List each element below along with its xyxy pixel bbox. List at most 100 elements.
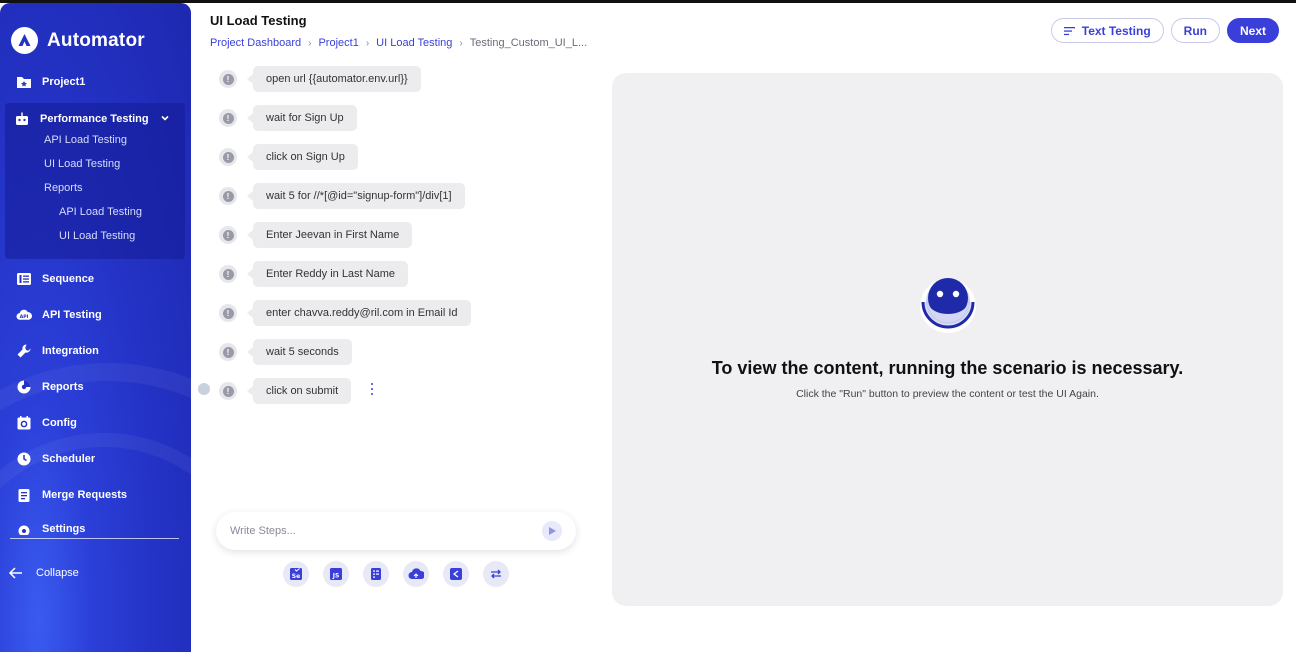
step-text[interactable]: wait for Sign Up <box>247 105 357 131</box>
step-row[interactable]: ! enter chavva.reddy@ril.com in Email Id <box>219 300 471 326</box>
next-button[interactable]: Next <box>1226 18 1279 43</box>
step-text[interactable]: Enter Jeevan in First Name <box>246 222 413 248</box>
sidebar-item-integration[interactable]: Integration <box>16 343 99 359</box>
text-testing-label: Text Testing <box>1081 23 1151 38</box>
exclamation-icon: ! <box>222 190 234 202</box>
header-actions: Text Testing Run Next <box>1050 18 1279 43</box>
sidebar-item-label: Scheduler <box>42 453 96 465</box>
cloud-sync-icon[interactable] <box>403 561 429 587</box>
swap-icon[interactable] <box>483 561 509 587</box>
exclamation-icon: ! <box>222 268 234 280</box>
step-status-icon: ! <box>219 70 237 88</box>
cloud-api-icon: API <box>16 307 32 323</box>
run-button[interactable]: Run <box>1170 18 1220 43</box>
config-gear-icon <box>16 415 32 431</box>
step-text[interactable]: click on Sign Up <box>247 144 358 170</box>
chevron-right-icon: › <box>365 37 370 49</box>
step-row[interactable]: ! Enter Jeevan in First Name <box>219 222 413 248</box>
breadcrumb-ui-load-testing[interactable]: UI Load Testing <box>376 37 452 49</box>
step-row[interactable]: ! wait 5 for //*[@id="signup-form"]/div[1… <box>219 183 465 209</box>
sidebar-subitem-reports-ui-load-testing[interactable]: UI Load Testing <box>59 230 135 242</box>
sidebar-item-scheduler[interactable]: Scheduler <box>16 451 95 467</box>
sidebar-item-merge-requests[interactable]: Merge Requests <box>16 487 127 503</box>
step-text[interactable]: enter chavva.reddy@ril.com in Email Id <box>247 300 471 326</box>
list-icon <box>16 271 32 287</box>
sidebar-item-performance-testing[interactable]: Performance Testing <box>14 111 174 127</box>
step-text[interactable]: open url {{automator.env.url}} <box>247 66 421 92</box>
write-steps-input[interactable] <box>230 525 542 537</box>
step-status-icon: ! <box>219 187 237 205</box>
pie-chart-icon <box>16 379 32 395</box>
selenium-icon[interactable]: Se <box>283 561 309 587</box>
step-row[interactable]: ! wait for Sign Up <box>219 105 357 131</box>
sidebar-item-settings[interactable]: Settings <box>16 523 85 535</box>
chevron-right-icon: › <box>308 37 312 49</box>
text-testing-button[interactable]: Text Testing <box>1050 18 1164 43</box>
step-row[interactable]: ! Enter Reddy in Last Name <box>219 261 409 287</box>
collapse-label: Collapse <box>36 567 79 579</box>
step-tools: Se JS <box>283 561 509 587</box>
chevron-right-icon: › <box>459 37 463 49</box>
sidebar-item-label: API Testing <box>42 309 102 321</box>
sidebar-item-label: Sequence <box>42 273 94 285</box>
step-status-icon: ! <box>219 226 237 244</box>
sidebar-item-label: Config <box>42 417 77 429</box>
automator-logo-icon <box>11 27 38 54</box>
sidebar-subitem-reports-api-load-testing[interactable]: API Load Testing <box>59 206 142 218</box>
sidebar-item-label: Merge Requests <box>42 489 127 501</box>
exclamation-icon: ! <box>222 385 234 397</box>
sidebar-subitem-api-load-testing[interactable]: API Load Testing <box>44 134 127 146</box>
play-icon <box>549 527 556 535</box>
sidebar: Automator Project1 Performance Testing A… <box>0 3 191 652</box>
step-text[interactable]: click on submit <box>246 378 352 404</box>
step-row[interactable]: ! click on Sign Up <box>219 144 358 170</box>
sidebar-subitem-reports[interactable]: Reports <box>44 182 83 194</box>
performance-testing-group: Performance Testing API Load Testing UI … <box>5 103 185 259</box>
window-top-edge <box>0 0 1296 3</box>
breadcrumb-current: Testing_Custom_UI_L... <box>469 37 588 49</box>
checklist-icon[interactable] <box>363 561 389 587</box>
step-status-icon: ! <box>219 148 237 166</box>
sidebar-subitem-ui-load-testing[interactable]: UI Load Testing <box>44 158 120 170</box>
preview-panel: To view the content, running the scenari… <box>612 73 1283 606</box>
folder-star-icon <box>16 74 32 90</box>
exclamation-icon: ! <box>222 229 234 241</box>
sidebar-item-label: Integration <box>42 345 99 357</box>
step-composer <box>216 512 576 550</box>
step-row[interactable]: ! click on submit <box>219 378 352 404</box>
sidebar-item-project[interactable]: Project1 <box>16 74 85 90</box>
breadcrumb-project-dashboard[interactable]: Project Dashboard <box>210 37 301 49</box>
sidebar-item-label: Performance Testing <box>40 113 149 125</box>
sidebar-item-reports[interactable]: Reports <box>16 379 84 395</box>
step-status-icon: ! <box>219 382 237 400</box>
svg-text:JS: JS <box>332 573 340 580</box>
step-row[interactable]: ! wait 5 seconds <box>219 339 352 365</box>
step-status-icon: ! <box>219 304 237 322</box>
exclamation-icon: ! <box>222 73 234 85</box>
step-text[interactable]: wait 5 for //*[@id="signup-form"]/div[1] <box>247 183 465 209</box>
sidebar-item-sequence[interactable]: Sequence <box>16 271 94 287</box>
collapse-button[interactable]: Collapse <box>8 565 79 581</box>
clipboard-icon <box>16 487 32 503</box>
more-vertical-icon[interactable] <box>367 381 377 397</box>
step-text[interactable]: wait 5 seconds <box>247 339 352 365</box>
robot-icon <box>14 111 30 127</box>
chevron-down-icon[interactable] <box>160 113 170 126</box>
sidebar-item-config[interactable]: Config <box>16 415 77 431</box>
brand[interactable]: Automator <box>11 27 145 54</box>
step-status-icon: ! <box>219 265 237 283</box>
preview-empty-title: To view the content, running the scenari… <box>711 358 1184 378</box>
breadcrumb-project[interactable]: Project1 <box>318 37 358 49</box>
step-row[interactable]: ! open url {{automator.env.url}} <box>219 66 421 92</box>
exclamation-icon: ! <box>222 151 234 163</box>
exclamation-icon: ! <box>222 112 234 124</box>
page-title: UI Load Testing <box>210 13 307 28</box>
robot-mascot-icon <box>918 276 978 339</box>
share-icon[interactable] <box>443 561 469 587</box>
sidebar-item-label: Settings <box>42 523 86 535</box>
step-text[interactable]: Enter Reddy in Last Name <box>246 261 409 287</box>
sidebar-item-api-testing[interactable]: API API Testing <box>16 307 102 323</box>
send-button[interactable] <box>542 521 562 541</box>
step-status-icon: ! <box>219 343 237 361</box>
javascript-icon[interactable]: JS <box>323 561 349 587</box>
